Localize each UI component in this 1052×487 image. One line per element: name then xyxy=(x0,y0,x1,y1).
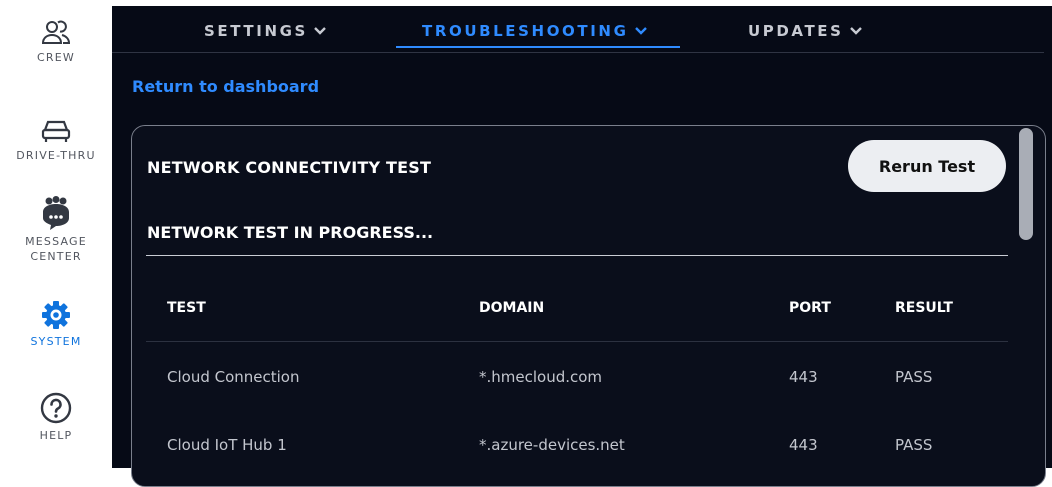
cell-test: Cloud Connection xyxy=(167,368,300,386)
cell-port: 443 xyxy=(789,368,818,386)
nav-label-center: CENTER xyxy=(30,250,82,263)
tab-troubleshooting[interactable]: TROUBLESHOOTING xyxy=(422,20,647,42)
nav-label-crew: CREW xyxy=(37,51,75,64)
chevron-down-icon xyxy=(849,27,862,35)
cell-result: PASS xyxy=(895,436,933,454)
tab-settings[interactable]: SETTINGS xyxy=(204,20,326,42)
scrollbar-thumb[interactable] xyxy=(1019,128,1033,240)
tab-settings-label: SETTINGS xyxy=(204,22,308,40)
cell-result: PASS xyxy=(895,368,933,386)
main-panel: SETTINGS TROUBLESHOOTING UPDATES Return … xyxy=(112,6,1052,487)
card-title: NETWORK CONNECTIVITY TEST xyxy=(147,158,432,177)
nav-item-help[interactable]: HELP xyxy=(0,392,112,443)
users-icon xyxy=(41,18,71,46)
gear-icon xyxy=(41,300,71,330)
header-domain: DOMAIN xyxy=(479,300,545,316)
tab-troubleshooting-label: TROUBLESHOOTING xyxy=(422,22,629,40)
results-table: TEST DOMAIN PORT RESULT Cloud Connection… xyxy=(146,276,1008,478)
tab-updates-label: UPDATES xyxy=(748,22,844,40)
cell-domain: *.hmecloud.com xyxy=(479,368,603,386)
cell-port: 443 xyxy=(789,436,818,454)
table-row: Cloud Connection *.hmecloud.com 443 PASS xyxy=(146,342,1008,410)
header-test: TEST xyxy=(167,300,206,316)
nav-item-crew[interactable]: CREW xyxy=(0,18,112,65)
nav-label-message: MESSAGE xyxy=(25,235,87,248)
chevron-down-icon xyxy=(314,27,326,35)
table-header-row: TEST DOMAIN PORT RESULT xyxy=(146,276,1008,342)
help-icon xyxy=(40,392,72,424)
header-port: PORT xyxy=(789,300,831,316)
nav-label-help: HELP xyxy=(39,429,73,442)
cell-test: Cloud IoT Hub 1 xyxy=(167,436,287,454)
test-status-text: NETWORK TEST IN PROGRESS... xyxy=(147,223,434,242)
nav-label-system: SYSTEM xyxy=(30,335,82,348)
header-result: RESULT xyxy=(895,300,953,316)
active-tab-indicator xyxy=(396,46,680,48)
network-test-card: NETWORK CONNECTIVITY TEST Rerun Test NET… xyxy=(131,125,1046,487)
tab-bar: SETTINGS TROUBLESHOOTING UPDATES xyxy=(112,6,1044,53)
cell-domain: *.azure-devices.net xyxy=(479,436,625,454)
nav-item-drive-thru[interactable]: DRIVE-THRU xyxy=(0,118,112,163)
rerun-test-button[interactable]: Rerun Test xyxy=(848,140,1006,192)
nav-item-system[interactable]: SYSTEM xyxy=(0,300,112,349)
car-icon xyxy=(41,118,71,144)
chevron-down-icon xyxy=(634,27,647,35)
return-to-dashboard-link[interactable]: Return to dashboard xyxy=(132,77,319,96)
sidebar: CREW DRIVE-THRU MESSAGE CENTER SYSTEM HE… xyxy=(0,0,112,468)
message-center-icon xyxy=(40,196,72,232)
nav-label-drive-thru: DRIVE-THRU xyxy=(16,149,96,162)
divider xyxy=(146,255,1008,256)
tab-updates[interactable]: UPDATES xyxy=(748,20,862,42)
nav-item-message-center[interactable]: MESSAGE CENTER xyxy=(0,196,112,264)
